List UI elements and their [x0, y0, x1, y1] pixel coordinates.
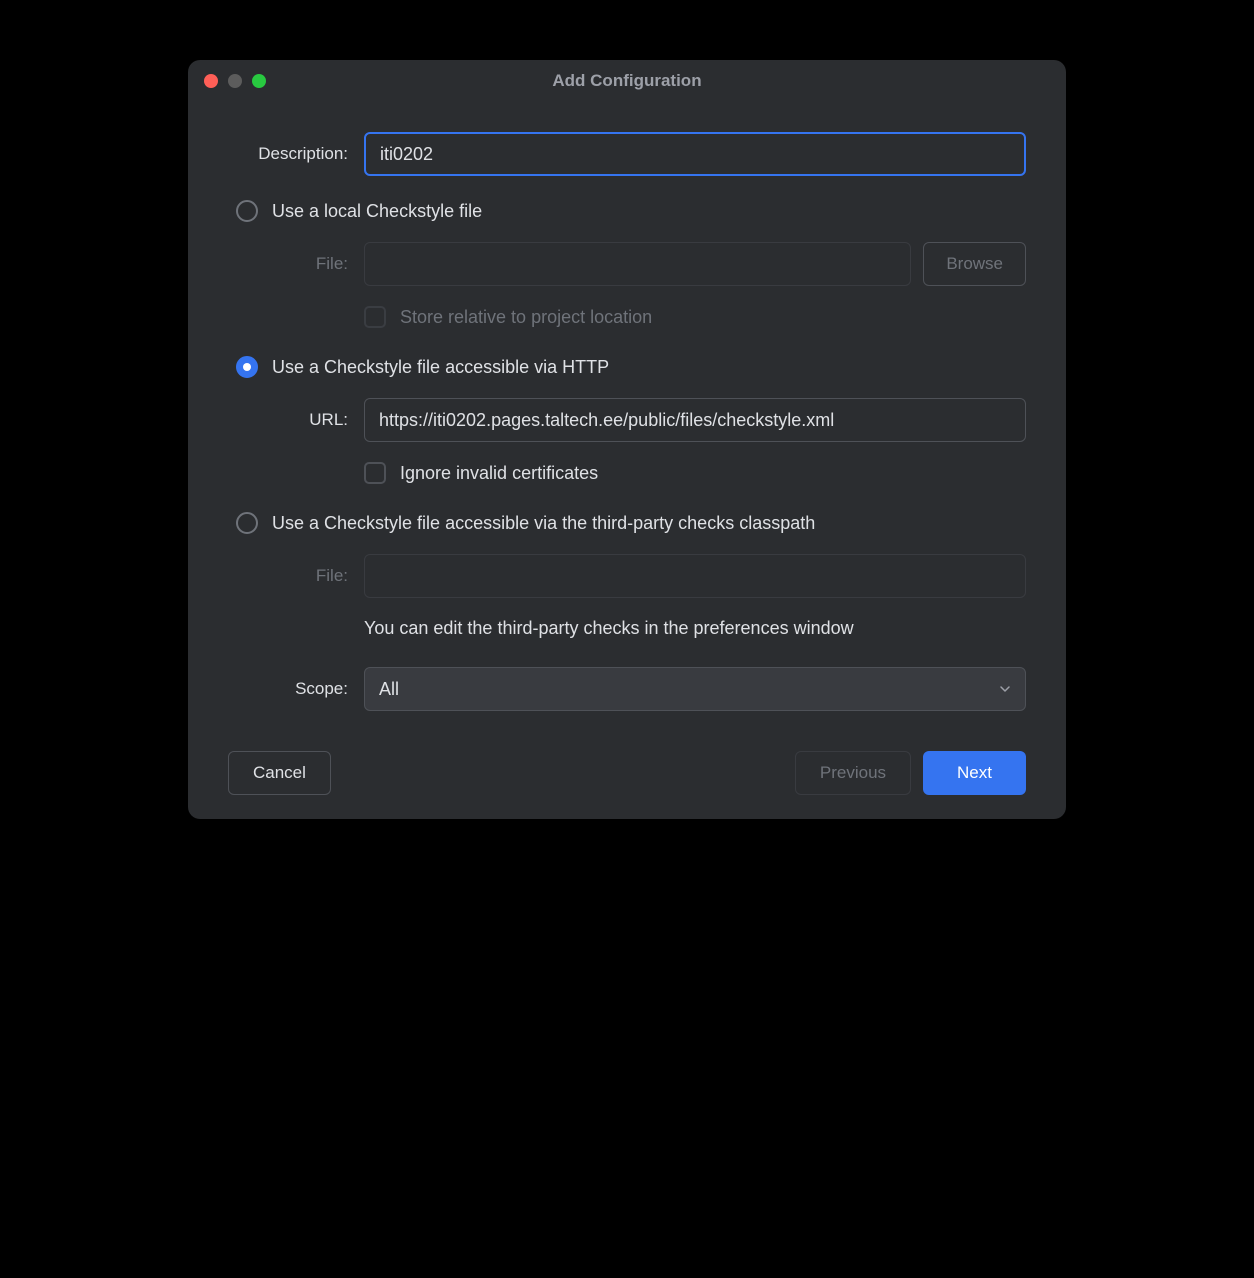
scope-select[interactable]: All [364, 667, 1026, 711]
local-file-input [364, 242, 911, 286]
add-configuration-dialog: Add Configuration Description: Use a loc… [188, 60, 1066, 819]
url-input[interactable] [364, 398, 1026, 442]
minimize-icon[interactable] [228, 74, 242, 88]
radio-http-file-label: Use a Checkstyle file accessible via HTT… [272, 357, 609, 378]
next-button[interactable]: Next [923, 751, 1026, 795]
ignore-certs-label: Ignore invalid certificates [400, 463, 598, 484]
dialog-content: Description: Use a local Checkstyle file… [188, 102, 1066, 819]
close-icon[interactable] [204, 74, 218, 88]
store-relative-checkbox [364, 306, 386, 328]
local-file-label: File: [272, 254, 364, 274]
radio-local-file[interactable] [236, 200, 258, 222]
classpath-file-input [364, 554, 1026, 598]
browse-button: Browse [923, 242, 1026, 286]
radio-http-file[interactable] [236, 356, 258, 378]
cancel-button[interactable]: Cancel [228, 751, 331, 795]
maximize-icon[interactable] [252, 74, 266, 88]
titlebar: Add Configuration [188, 60, 1066, 102]
window-title: Add Configuration [188, 71, 1066, 91]
previous-button: Previous [795, 751, 911, 795]
classpath-hint: You can edit the third-party checks in t… [364, 618, 1026, 639]
url-label: URL: [272, 410, 364, 430]
ignore-certs-checkbox[interactable] [364, 462, 386, 484]
radio-classpath-file-label: Use a Checkstyle file accessible via the… [272, 513, 815, 534]
scope-value: All [379, 679, 399, 700]
store-relative-label: Store relative to project location [400, 307, 652, 328]
description-input[interactable] [364, 132, 1026, 176]
classpath-file-label: File: [272, 566, 364, 586]
description-label: Description: [228, 144, 364, 164]
traffic-lights [204, 74, 266, 88]
radio-local-file-label: Use a local Checkstyle file [272, 201, 482, 222]
radio-classpath-file[interactable] [236, 512, 258, 534]
scope-label: Scope: [228, 679, 364, 699]
